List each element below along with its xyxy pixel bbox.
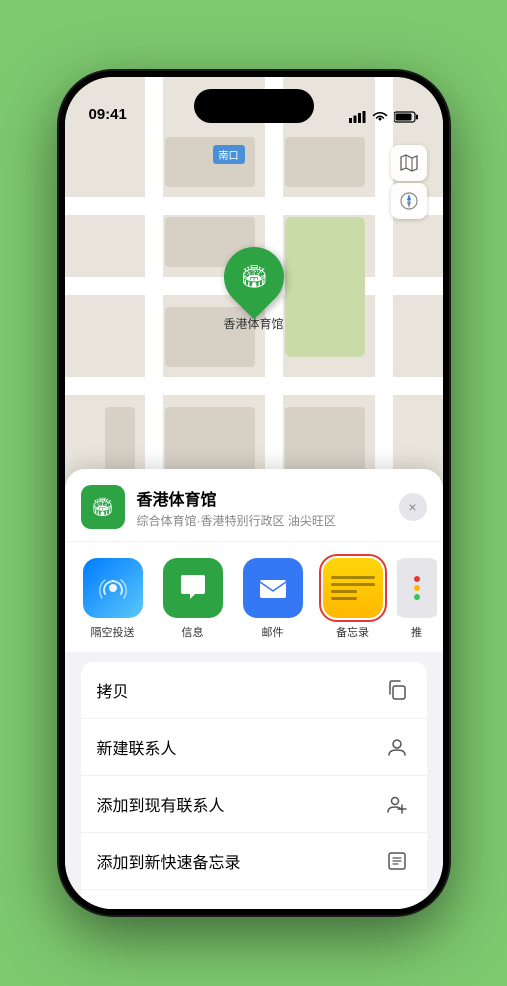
- map-pin: 🏟 香港体育馆: [223, 247, 283, 332]
- phone-screen: 09:41: [65, 77, 443, 909]
- action-print[interactable]: 打印: [81, 890, 427, 909]
- notes-lines-icon: [323, 568, 383, 608]
- notes-line-1: [331, 576, 375, 579]
- notes-icon-wrap: [323, 558, 383, 618]
- sheet-logo-icon: 🏟: [91, 497, 114, 518]
- share-item-notes[interactable]: 备忘录: [317, 558, 389, 640]
- sheet-close-button[interactable]: ×: [399, 493, 427, 521]
- action-list: 拷贝 新建联系人: [81, 662, 427, 909]
- quick-note-icon: [383, 847, 411, 875]
- add-contact-icon: [383, 790, 411, 818]
- pin-icon: 🏟: [211, 235, 296, 320]
- share-row: 隔空投送 信息: [65, 542, 443, 652]
- map-south-label: 南口: [213, 145, 245, 164]
- action-print-label: 打印: [97, 906, 129, 909]
- map-block2: [285, 137, 365, 187]
- sheet-subtitle: 综合体育馆·香港特别行政区 油尖旺区: [137, 512, 399, 529]
- print-icon: [383, 904, 411, 909]
- compass-icon: [400, 192, 418, 210]
- map-road-v1: [145, 77, 163, 507]
- airdrop-icon-wrap: [83, 558, 143, 618]
- share-item-mail[interactable]: 邮件: [237, 558, 309, 640]
- action-quick-note[interactable]: 添加到新快速备忘录: [81, 833, 427, 890]
- notes-label: 备忘录: [336, 624, 369, 640]
- pin-stadium-icon: 🏟: [240, 264, 268, 290]
- action-new-contact-label: 新建联系人: [97, 735, 177, 759]
- messages-label: 信息: [182, 624, 204, 640]
- mail-icon-wrap: [243, 558, 303, 618]
- share-item-messages[interactable]: 信息: [157, 558, 229, 640]
- action-copy-label: 拷贝: [97, 678, 129, 702]
- action-copy[interactable]: 拷贝: [81, 662, 427, 719]
- action-add-contact-label: 添加到现有联系人: [97, 792, 225, 816]
- share-item-airdrop[interactable]: 隔空投送: [77, 558, 149, 640]
- dynamic-island: [194, 89, 314, 123]
- sheet-title: 香港体育馆: [137, 486, 399, 510]
- airdrop-icon: [97, 572, 129, 604]
- action-add-contact[interactable]: 添加到现有联系人: [81, 776, 427, 833]
- more-label: 推: [411, 624, 422, 640]
- messages-icon: [176, 571, 210, 605]
- wifi-icon: [372, 111, 388, 123]
- action-new-contact[interactable]: 新建联系人: [81, 719, 427, 776]
- map-icon: [399, 153, 419, 173]
- airdrop-label: 隔空投送: [91, 624, 135, 640]
- share-item-more[interactable]: 推: [397, 558, 437, 640]
- phone-frame: 09:41: [59, 71, 449, 915]
- bottom-sheet: 🏟 香港体育馆 综合体育馆·香港特别行政区 油尖旺区 ×: [65, 469, 443, 909]
- notes-line-2: [331, 583, 375, 586]
- sheet-logo: 🏟: [81, 485, 125, 529]
- sheet-header: 🏟 香港体育馆 综合体育馆·香港特别行政区 油尖旺区 ×: [65, 469, 443, 541]
- action-quick-note-label: 添加到新快速备忘录: [97, 849, 241, 873]
- new-contact-icon: [383, 733, 411, 761]
- map-controls: [391, 145, 427, 219]
- map-type-button[interactable]: [391, 145, 427, 181]
- mail-icon: [256, 571, 290, 605]
- messages-icon-wrap: [163, 558, 223, 618]
- status-icons: [349, 111, 419, 125]
- notes-line-3: [331, 590, 357, 593]
- mail-label: 邮件: [262, 624, 284, 640]
- more-icon-wrap: [397, 558, 437, 618]
- notes-line-4: [331, 597, 357, 600]
- status-time: 09:41: [89, 106, 127, 125]
- battery-icon: [394, 111, 419, 123]
- signal-icon: [349, 111, 366, 123]
- location-button[interactable]: [391, 183, 427, 219]
- sheet-title-area: 香港体育馆 综合体育馆·香港特别行政区 油尖旺区: [137, 486, 399, 529]
- copy-icon: [383, 676, 411, 704]
- map-green-block1: [285, 217, 365, 357]
- map-road-v3: [375, 77, 393, 507]
